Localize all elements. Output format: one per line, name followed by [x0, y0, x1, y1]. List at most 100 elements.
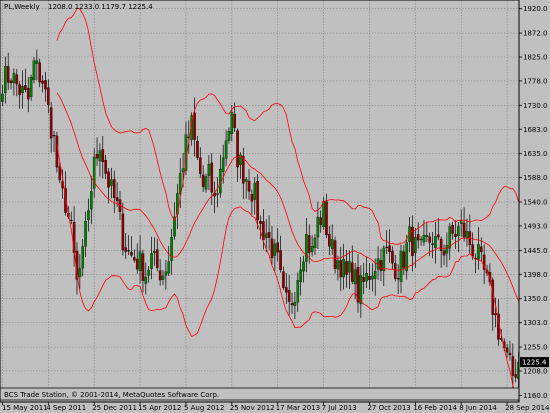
candle-down: [270, 238, 274, 259]
candle-up: [153, 251, 156, 254]
candle-up: [313, 237, 317, 249]
x-tick-label: 25 Nov 2012: [230, 404, 275, 412]
candle-down: [250, 194, 254, 202]
y-tick-label: 1445.0: [523, 247, 548, 255]
candle-down: [416, 234, 420, 241]
candle-down: [285, 287, 288, 293]
candle-down: [47, 87, 50, 106]
candle-down: [385, 246, 388, 248]
candle-down: [210, 162, 214, 193]
candle-down: [15, 74, 19, 85]
candle-down: [494, 313, 497, 316]
candle-down: [41, 80, 44, 84]
chart-symbol-label: PL,Weekly: [4, 3, 40, 11]
y-tick-label: 1208.0: [523, 367, 548, 375]
candle-down: [198, 157, 202, 174]
y-tick-label: 1540.0: [523, 199, 548, 207]
x-tick-label: 4 Sep 2011: [46, 404, 86, 412]
candle-down: [69, 219, 73, 221]
candle-down: [115, 197, 119, 201]
candle-down: [396, 278, 400, 280]
candle-up: [98, 150, 102, 162]
candle-down: [393, 263, 397, 279]
candle-up: [299, 269, 302, 283]
last-price-marker: 1225.4: [520, 357, 549, 368]
candle-down: [107, 171, 110, 188]
candle-up: [21, 86, 24, 94]
price-axis[interactable]: 1920.0 1872.0 1825.0 1778.0 1730.0 1683.0 1635…: [519, 5, 548, 400]
candle-up: [253, 182, 257, 200]
trading-terminal-window: PL,Weekly 1208.0 1233.0 1179.7 1225.4 BC…: [0, 0, 550, 413]
candle-up: [322, 201, 325, 228]
candle-up: [465, 231, 469, 239]
x-tick-label: 27 Oct 2013: [367, 404, 410, 412]
candle-down: [158, 270, 162, 281]
candle-down: [439, 238, 443, 251]
candle-up: [29, 77, 33, 97]
candle-down: [307, 235, 311, 253]
candle-up: [305, 234, 308, 262]
candle-up: [405, 242, 409, 272]
candle-up: [224, 140, 228, 159]
candle-down: [52, 135, 56, 137]
x-tick-label: 8 Jun 2014: [459, 404, 497, 412]
candle-down: [44, 80, 47, 90]
candle-up: [330, 239, 334, 249]
candle-down: [201, 174, 205, 187]
candle-up: [434, 236, 437, 248]
candle-down: [196, 140, 199, 158]
candle-down: [511, 356, 515, 376]
candle-up: [448, 226, 452, 249]
candle-up: [477, 244, 480, 260]
candle-up: [365, 273, 368, 282]
candle-down: [328, 233, 331, 247]
candle-down: [101, 149, 105, 163]
candle-down: [339, 260, 343, 278]
candle-up: [310, 246, 314, 253]
candle-up: [147, 269, 150, 276]
candle-down: [259, 221, 262, 224]
x-tick-label: 28 Sep 2014: [505, 404, 550, 412]
candle-down: [505, 347, 509, 353]
candle-up: [371, 275, 374, 280]
candle-down: [471, 244, 474, 257]
candle-up: [445, 245, 449, 254]
candle-up: [457, 226, 460, 237]
candle-down: [26, 87, 30, 100]
candle-down: [279, 250, 282, 271]
candle-up: [81, 246, 85, 269]
candle-up: [227, 131, 231, 141]
candle-up: [161, 275, 165, 280]
candle-down: [479, 246, 483, 252]
plot-area[interactable]: [0, 0, 519, 402]
candle-up: [230, 112, 234, 134]
candle-up: [138, 251, 142, 272]
candle-up: [78, 268, 82, 277]
x-tick-label: 17 Mar 2013: [276, 404, 320, 412]
candle-down: [6, 66, 10, 83]
y-tick-label: 1635.0: [523, 150, 548, 158]
candle-down: [135, 258, 139, 270]
candle-down: [276, 242, 280, 253]
candle-up: [216, 193, 219, 195]
chart-ohlc-readout: 1208.0 1233.0 1179.7 1225.4: [48, 3, 153, 11]
price-chart[interactable]: PL,Weekly 1208.0 1233.0 1179.7 1225.4 BC…: [0, 0, 550, 413]
candle-up: [164, 271, 168, 276]
candle-up: [4, 66, 7, 94]
y-tick-label: 1778.0: [523, 77, 548, 85]
candle-down: [514, 374, 517, 378]
candle-up: [273, 243, 277, 256]
x-tick-label: 7 Jul 2013: [322, 404, 357, 412]
candle-down: [233, 114, 236, 128]
svg-text:1225.4: 1225.4: [522, 359, 547, 367]
candle-up: [90, 191, 93, 210]
candle-down: [287, 290, 291, 302]
candle-down: [325, 201, 328, 236]
candle-down: [49, 107, 53, 139]
copyright-text: BCS Trade Station, © 2001-2014, MetaQuot…: [4, 391, 219, 399]
candle-down: [333, 240, 337, 269]
candle-up: [296, 280, 300, 303]
time-axis[interactable]: 15 May 20114 Sep 2011 25 Dec 2011 15 Apr 2…: [2, 402, 550, 412]
candle-up: [373, 271, 377, 279]
y-tick-label: 1730.0: [523, 102, 548, 110]
